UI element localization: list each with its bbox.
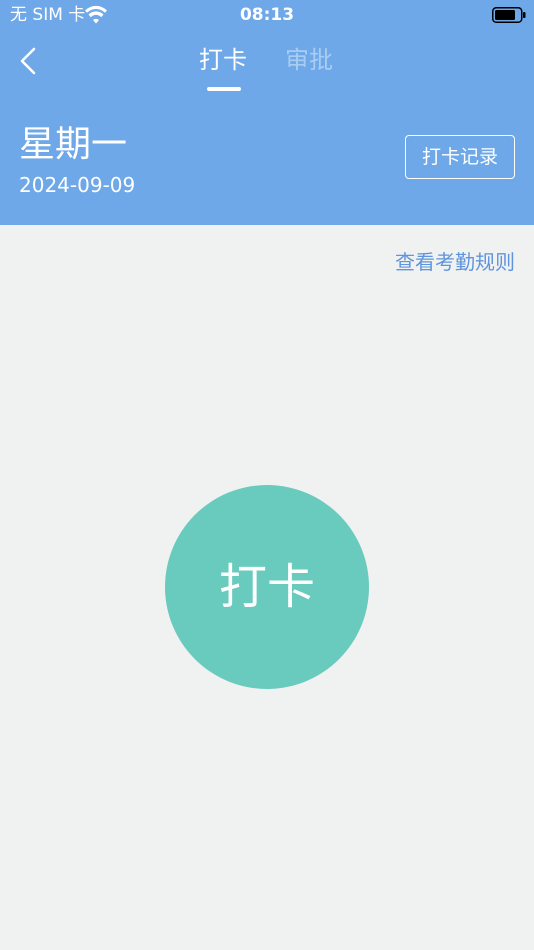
punch-records-button[interactable]: 打卡记录 xyxy=(405,135,515,179)
date-label: 2024-09-09 xyxy=(19,173,136,197)
chevron-left-icon[interactable] xyxy=(14,44,44,78)
status-bar: 无 SIM 卡 08:13 xyxy=(0,0,534,30)
battery-icon xyxy=(492,7,526,23)
header: 无 SIM 卡 08:13 打卡 审批 星期一 2024-09-09 打卡记录 xyxy=(0,0,534,225)
tab-approval[interactable]: 审批 xyxy=(285,44,333,76)
punch-button[interactable]: 打卡 xyxy=(165,485,369,689)
tab-active-indicator xyxy=(207,87,241,91)
tab-punch[interactable]: 打卡 xyxy=(199,44,247,76)
weekday-title: 星期一 xyxy=(19,124,128,165)
status-time: 08:13 xyxy=(239,5,295,25)
attendance-rules-link[interactable]: 查看考勤规则 xyxy=(395,248,515,276)
